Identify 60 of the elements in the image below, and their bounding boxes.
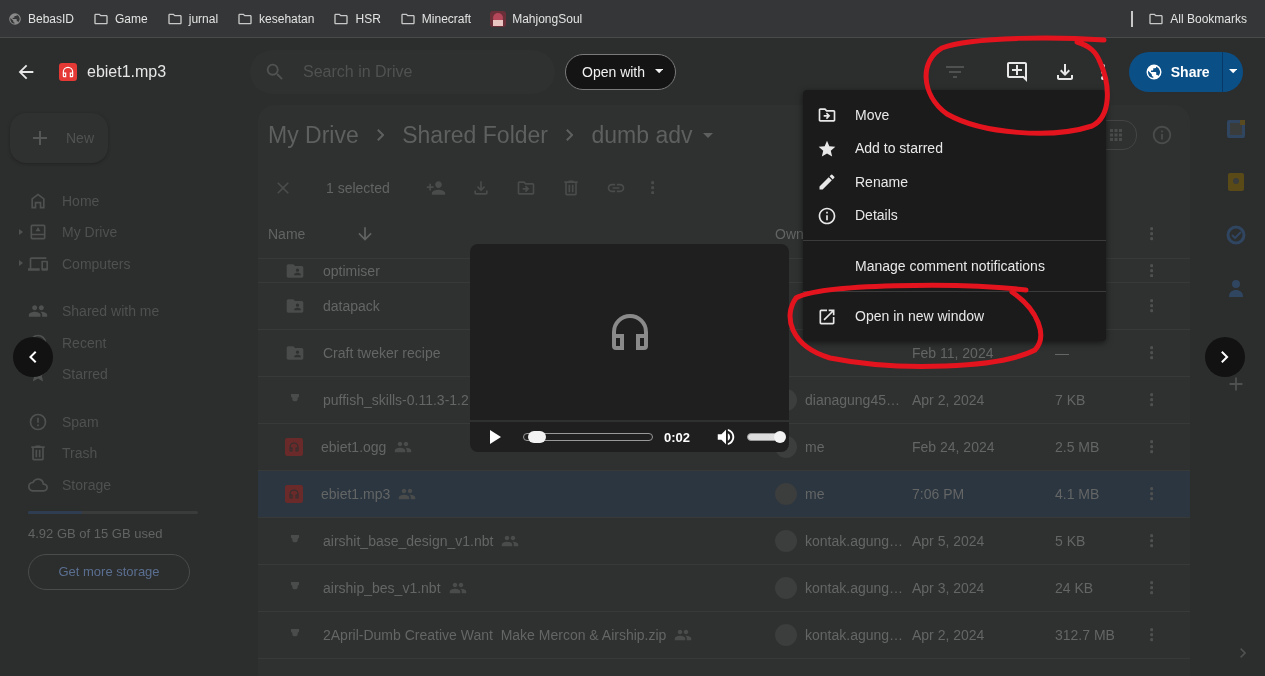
expand-caret-icon[interactable]	[19, 228, 23, 235]
note-icon[interactable]	[1226, 172, 1246, 192]
open-with-button[interactable]: Open with	[565, 53, 677, 90]
caret-icon	[655, 69, 664, 74]
chevron-right-icon	[1221, 351, 1229, 363]
bookmark-link[interactable]: kesehatan	[237, 10, 315, 27]
info-icon[interactable]	[1151, 124, 1173, 146]
trash-icon	[28, 443, 48, 464]
bookmarks-folder-link[interactable]: All Bookmarks	[1148, 10, 1247, 27]
previous-button[interactable]	[13, 337, 53, 377]
file-row[interactable]: ebiet1.mp3 me 7:06 PM 4.1 MB	[258, 471, 1190, 518]
file-title: ebiet1.mp3	[87, 62, 167, 81]
audio-file-icon	[285, 438, 303, 456]
site-icon	[8, 11, 22, 26]
info-icon	[817, 205, 837, 226]
menu-item[interactable]: Details	[803, 198, 1106, 232]
person-icon[interactable]	[1226, 278, 1246, 298]
menu-item[interactable]: Move	[803, 98, 1106, 132]
progress-slider[interactable]	[523, 433, 653, 441]
spam-icon	[28, 411, 48, 432]
next-button[interactable]	[1205, 337, 1245, 377]
pencil-icon	[817, 172, 837, 192]
favicon-icon	[490, 10, 507, 27]
move-folder-icon	[817, 105, 837, 125]
grid-icon	[1107, 126, 1125, 144]
volume-slider[interactable]	[747, 433, 786, 441]
menu-item[interactable]: Rename	[803, 165, 1106, 199]
menu-item[interactable]: Open in new window	[803, 299, 1106, 333]
more-options-icon[interactable]	[1100, 63, 1105, 80]
bookmark-link[interactable]: Game	[93, 10, 148, 27]
menu-item[interactable]: Manage comment notifications	[803, 249, 1106, 283]
bookmark-link[interactable]: Minecraft	[399, 10, 472, 27]
drive-icon	[28, 222, 48, 243]
shared-folder-icon	[285, 296, 305, 316]
playback-time: 0:02	[664, 429, 691, 445]
bookmark-link[interactable]: MahjongSoul	[490, 10, 583, 27]
caret-icon	[1228, 69, 1237, 74]
menu-item[interactable]: Add to starred	[803, 131, 1106, 165]
file-size: —	[1055, 345, 1070, 361]
globe-icon	[1144, 62, 1163, 81]
caret-icon	[702, 132, 713, 138]
calendar-icon[interactable]	[1226, 119, 1246, 139]
owner-name: me	[805, 486, 825, 502]
chevron-icon[interactable]	[1239, 648, 1246, 658]
bookmark-link[interactable]: HSR	[333, 10, 381, 27]
checkmark-circle-icon[interactable]	[1226, 225, 1246, 245]
progress-thumb[interactable]	[528, 431, 547, 443]
add-comment-icon[interactable]	[1004, 59, 1029, 84]
file-name: ebiet1.mp3	[321, 486, 391, 502]
bookmark-link[interactable]: jurnal	[166, 10, 219, 27]
volume-thumb[interactable]	[773, 431, 786, 443]
file-size: 4.1 MB	[1055, 486, 1101, 502]
shared-folder-icon	[285, 343, 305, 363]
chevron-icon	[566, 129, 574, 141]
expand-caret-icon[interactable]	[19, 260, 23, 266]
chevron-icon	[376, 129, 385, 141]
modified-date: 7:06 PM	[912, 486, 966, 502]
audio-file-icon	[285, 485, 303, 503]
bookmark-link[interactable]: BebasID	[8, 11, 75, 26]
more-options-icon	[1150, 227, 1154, 241]
